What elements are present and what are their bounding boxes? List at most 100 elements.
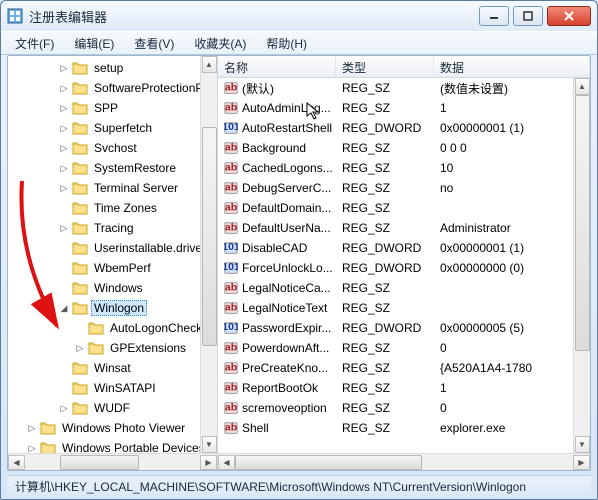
tree-node[interactable]: Winsat (12, 358, 217, 378)
value-name-cell: abDefaultDomain... (218, 201, 336, 215)
tree-node[interactable]: Windows (12, 278, 217, 298)
menu-view[interactable]: 查看(V) (124, 32, 184, 55)
expander-icon[interactable]: ◢ (58, 303, 70, 314)
tree-node[interactable]: ▷ SPP (12, 98, 217, 118)
tree-node[interactable]: ▷SystemRestore (12, 158, 217, 178)
list-row[interactable]: ab(默认)REG_SZ(数值未设置) (218, 78, 590, 98)
list-row[interactable]: abBackgroundREG_SZ0 0 0 (218, 138, 590, 158)
menu-favorites[interactable]: 收藏夹(A) (184, 32, 256, 55)
tree-vscroll-thumb[interactable] (202, 127, 217, 346)
tree-node[interactable]: Time Zones (12, 198, 217, 218)
expander-icon[interactable]: ▷ (58, 83, 70, 94)
expander-icon[interactable]: ▷ (58, 63, 70, 74)
list-vscroll-thumb[interactable] (575, 95, 590, 351)
tree-view[interactable]: ▷setup▷SoftwareProtectionPla▷SPP▷Superfe… (8, 56, 217, 453)
tree-hscroll-thumb[interactable] (60, 455, 140, 470)
list-row[interactable]: 101AutoRestartShellREG_DWORD0x00000001 (… (218, 118, 590, 138)
menu-file[interactable]: 文件(F) (5, 32, 64, 55)
tree-hscroll[interactable]: ◀ ▶ (8, 453, 217, 470)
list-row[interactable]: abLegalNoticeTextREG_SZ (218, 298, 590, 318)
scroll-up-button[interactable]: ▲ (202, 56, 217, 73)
list-row[interactable]: abReportBootOkREG_SZ1 (218, 378, 590, 398)
list-row[interactable]: abPowerdownAft...REG_SZ0 (218, 338, 590, 358)
list-row[interactable]: abDefaultDomain...REG_SZ (218, 198, 590, 218)
tree-node-label: SPP (91, 100, 121, 116)
scroll-right-button[interactable]: ▶ (573, 455, 590, 470)
tree-node[interactable]: AutoLogonChecke (12, 318, 217, 338)
string-value-icon: ab (224, 181, 238, 195)
binary-value-icon: 101 (224, 261, 238, 275)
value-type-cell: REG_SZ (336, 181, 434, 195)
list-row[interactable]: abDebugServerC...REG_SZno (218, 178, 590, 198)
tree-node[interactable]: ▷Windows Portable Devices (12, 438, 217, 453)
expander-icon[interactable]: ▷ (26, 423, 38, 434)
list-row[interactable]: abCachedLogons...REG_SZ10 (218, 158, 590, 178)
svg-text:ab: ab (225, 202, 237, 214)
folder-icon (72, 61, 88, 75)
scroll-down-button[interactable]: ▼ (575, 436, 590, 453)
tree-vscroll[interactable]: ▲ ▼ (200, 56, 217, 453)
list-row[interactable]: abDefaultUserNa...REG_SZAdministrator (218, 218, 590, 238)
tree-node-label: Superfetch (91, 120, 155, 136)
list-hscroll[interactable]: ◀ ▶ (218, 453, 590, 470)
svg-text:101: 101 (224, 241, 238, 253)
list-row[interactable]: abPreCreateKno...REG_SZ{A520A1A4-1780 (218, 358, 590, 378)
titlebar[interactable]: 注册表编辑器 (1, 1, 597, 31)
expander-icon[interactable]: ▷ (58, 103, 70, 114)
tree-node[interactable]: ◢Winlogon (12, 298, 217, 318)
tree-node[interactable]: ▷setup (12, 58, 217, 78)
tree-node[interactable]: ▷WUDF (12, 398, 217, 418)
string-value-icon: ab (224, 201, 238, 215)
tree-node[interactable]: WinSATAPI (12, 378, 217, 398)
tree-node[interactable]: ▷Tracing (12, 218, 217, 238)
scroll-left-button[interactable]: ◀ (8, 455, 25, 470)
value-name-cell: abPowerdownAft... (218, 341, 336, 355)
maximize-button[interactable] (513, 6, 543, 26)
value-data-cell: 0x00000001 (1) (434, 121, 590, 135)
scroll-up-button[interactable]: ▲ (575, 78, 590, 95)
tree-node[interactable]: ▷SoftwareProtectionPla (12, 78, 217, 98)
expander-icon[interactable]: ▷ (58, 143, 70, 154)
tree-node[interactable]: ▷Svchost (12, 138, 217, 158)
list-row[interactable]: abLegalNoticeCa...REG_SZ (218, 278, 590, 298)
scroll-left-button[interactable]: ◀ (218, 455, 235, 470)
tree-node[interactable]: Userinstallable.drivers (12, 238, 217, 258)
menu-help[interactable]: 帮助(H) (256, 32, 317, 55)
tree-node[interactable]: ▷GPExtensions (12, 338, 217, 358)
list-row[interactable]: 101DisableCADREG_DWORD0x00000001 (1) (218, 238, 590, 258)
expander-icon[interactable]: ▷ (58, 223, 70, 234)
expander-icon[interactable]: ▷ (58, 163, 70, 174)
expander-icon[interactable]: ▷ (26, 443, 38, 454)
string-value-icon: ab (224, 161, 238, 175)
value-type-cell: REG_SZ (336, 161, 434, 175)
list-row[interactable]: abShellREG_SZexplorer.exe (218, 418, 590, 438)
expander-icon[interactable]: ▷ (74, 343, 86, 354)
expander-icon[interactable]: ▷ (58, 183, 70, 194)
close-button[interactable] (547, 6, 591, 26)
tree-node[interactable]: ▷Terminal Server (12, 178, 217, 198)
folder-icon (72, 281, 88, 295)
value-name-cell: abCachedLogons... (218, 161, 336, 175)
list-hscroll-thumb[interactable] (235, 455, 422, 470)
list-row[interactable]: 101PasswordExpir...REG_DWORD0x00000005 (… (218, 318, 590, 338)
list-row[interactable]: 101ForceUnlockLo...REG_DWORD0x00000000 (… (218, 258, 590, 278)
list-view[interactable]: ab(默认)REG_SZ(数值未设置)abAutoAdminLog...REG_… (218, 78, 590, 453)
scroll-right-button[interactable]: ▶ (200, 455, 217, 470)
list-row[interactable]: abscremoveoptionREG_SZ0 (218, 398, 590, 418)
tree-node[interactable]: WbemPerf (12, 258, 217, 278)
value-name-cell: abLegalNoticeCa... (218, 281, 336, 295)
scroll-down-button[interactable]: ▼ (202, 436, 217, 453)
tree-node[interactable]: ▷Windows Photo Viewer (12, 418, 217, 438)
value-type-cell: REG_SZ (336, 201, 434, 215)
column-data[interactable]: 数据 (434, 56, 590, 77)
column-name[interactable]: 名称 (218, 56, 336, 77)
menu-edit[interactable]: 编辑(E) (64, 32, 124, 55)
expander-icon[interactable]: ▷ (58, 403, 70, 414)
minimize-button[interactable] (479, 6, 509, 26)
list-row[interactable]: abAutoAdminLog...REG_SZ1 (218, 98, 590, 118)
list-pane: 名称 类型 数据 ab(默认)REG_SZ(数值未设置)abAutoAdminL… (218, 56, 590, 470)
tree-node[interactable]: ▷ Superfetch (12, 118, 217, 138)
column-type[interactable]: 类型 (336, 56, 434, 77)
expander-icon[interactable]: ▷ (58, 123, 70, 134)
list-vscroll[interactable]: ▲ ▼ (573, 78, 590, 453)
